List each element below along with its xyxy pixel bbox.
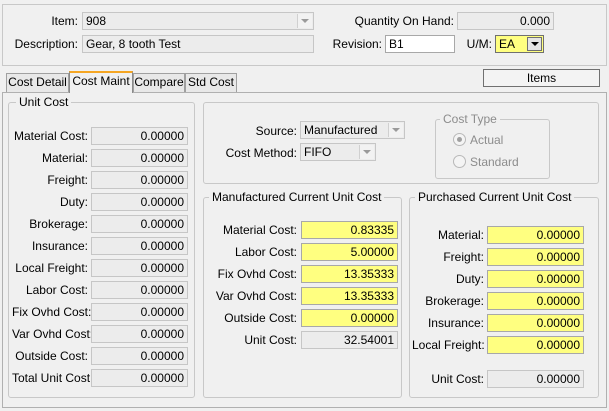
local-freight-field: 0.00000: [91, 259, 188, 277]
unit-cost-label: Unit Cost:: [244, 333, 297, 347]
fix-ovhd-cost-field: 0.00000: [91, 303, 188, 321]
brokerage-label: Brokerage:: [29, 217, 88, 231]
source-combo[interactable]: Manufactured: [300, 121, 405, 139]
item-dropdown-button[interactable]: [297, 14, 312, 28]
local-freight-field[interactable]: 0.00000: [487, 336, 584, 354]
revision-field[interactable]: B1: [385, 35, 455, 53]
qty-on-hand-label: Quantity On Hand:: [354, 14, 454, 28]
cost-method-combo[interactable]: FIFO: [300, 143, 376, 161]
labor-cost-label: Labor Cost:: [25, 283, 88, 297]
material-field: 0.00000: [91, 149, 188, 167]
chevron-down-icon: [530, 42, 539, 46]
item-combo[interactable]: 908: [82, 12, 314, 30]
fix-ovhd-cost-label: Fix Ovhd Cost:: [12, 305, 92, 319]
source-value: Manufactured: [304, 123, 378, 137]
tab-cost-maint[interactable]: Cost Maint: [69, 71, 133, 93]
tab-cost-detail[interactable]: Cost Detail: [6, 73, 69, 92]
insurance-label: Insurance:: [427, 316, 484, 330]
manufactured-title: Manufactured Current Unit Cost: [209, 190, 385, 204]
item-label: Item:: [51, 14, 78, 28]
total-unit-cost-field: 0.00000: [91, 369, 188, 387]
description-field[interactable]: Gear, 8 tooth Test: [82, 35, 314, 53]
tab-cost-maint-label: Cost Maint: [72, 74, 130, 88]
material-cost-label: Material Cost:: [222, 223, 297, 237]
labor-cost-field[interactable]: 5.00000: [301, 243, 398, 261]
brokerage-label: Brokerage:: [425, 294, 484, 308]
material-cost-label: Material Cost:: [13, 129, 88, 143]
duty-field[interactable]: 0.00000: [487, 270, 584, 288]
duty-label: Duty:: [455, 272, 484, 286]
tab-cost-detail-label: Cost Detail: [8, 75, 67, 89]
var-ovhd-cost-field: 0.00000: [91, 325, 188, 343]
material-label: Material:: [437, 228, 484, 242]
cost-method-label: Cost Method:: [225, 146, 297, 160]
items-button[interactable]: Items: [483, 69, 600, 87]
insurance-field[interactable]: 0.00000: [487, 314, 584, 332]
freight-field[interactable]: 0.00000: [487, 248, 584, 266]
actual-radio[interactable]: [453, 133, 466, 146]
var-ovhd-cost-field[interactable]: 13.35333: [301, 287, 398, 305]
brokerage-field[interactable]: 0.00000: [487, 292, 584, 310]
duty-field: 0.00000: [91, 193, 188, 211]
insurance-label: Insurance:: [31, 239, 88, 253]
material-label: Material:: [41, 151, 88, 165]
material-cost-field: 0.00000: [91, 127, 188, 145]
chevron-down-icon: [392, 128, 400, 132]
um-combo[interactable]: EA: [495, 35, 544, 53]
outside-cost-label: Outside Cost:: [224, 311, 297, 325]
item-value: 908: [86, 14, 107, 28]
tab-compare-label: Compare: [134, 75, 184, 89]
local-freight-label: Local Freight:: [15, 261, 88, 275]
unit-cost-label: Unit Cost:: [431, 372, 484, 386]
fix-ovhd-cost-field[interactable]: 13.35333: [301, 265, 398, 283]
source-dropdown-button[interactable]: [388, 123, 403, 137]
duty-label: Duty:: [59, 195, 88, 209]
purchased-title: Purchased Current Unit Cost: [415, 190, 575, 204]
chevron-down-icon: [301, 19, 309, 23]
outside-cost-field: 0.00000: [91, 347, 188, 365]
local-freight-label: Local Freight:: [412, 338, 485, 352]
total-unit-cost-label: Total Unit Cost:: [12, 371, 94, 385]
unit-cost-field: 32.54001: [301, 331, 398, 349]
standard-radio[interactable]: [453, 155, 466, 168]
var-ovhd-cost-label: Var Ovhd Cost:: [12, 327, 94, 341]
labor-cost-label: Labor Cost:: [234, 245, 297, 259]
tab-std-cost-label: Std Cost: [187, 75, 235, 89]
um-dropdown-button[interactable]: [527, 37, 542, 51]
cost-type-title: Cost Type: [440, 112, 500, 126]
source-label: Source:: [255, 124, 297, 138]
tab-std-cost[interactable]: Std Cost: [185, 73, 237, 92]
standard-radio-label: Standard: [470, 155, 519, 169]
chevron-down-icon: [363, 150, 371, 154]
var-ovhd-cost-label: Var Ovhd Cost:: [215, 289, 297, 303]
actual-radio-label: Actual: [470, 133, 504, 147]
material-cost-field[interactable]: 0.83335: [301, 221, 398, 239]
outside-cost-label: Outside Cost:: [15, 349, 88, 363]
tab-compare[interactable]: Compare: [133, 73, 185, 92]
revision-label: Revision:: [332, 37, 382, 51]
insurance-field: 0.00000: [91, 237, 188, 255]
brokerage-field: 0.00000: [91, 215, 188, 233]
material-field[interactable]: 0.00000: [487, 226, 584, 244]
qty-on-hand-field: 0.000: [457, 12, 554, 30]
fix-ovhd-cost-label: Fix Ovhd Cost:: [217, 267, 297, 281]
um-label: U/M:: [466, 37, 492, 51]
um-value: EA: [499, 37, 516, 51]
freight-label: Freight:: [443, 250, 484, 264]
freight-label: Freight:: [47, 173, 88, 187]
outside-cost-field[interactable]: 0.00000: [301, 309, 398, 327]
labor-cost-field: 0.00000: [91, 281, 188, 299]
cost-type-group: [435, 119, 550, 179]
unit-cost-title: Unit Cost: [16, 95, 72, 109]
cost-method-dropdown-button[interactable]: [359, 145, 374, 159]
description-label: Description:: [14, 37, 78, 51]
cost-method-value: FIFO: [304, 145, 332, 159]
freight-field: 0.00000: [91, 171, 188, 189]
unit-cost-field: 0.00000: [487, 370, 584, 388]
